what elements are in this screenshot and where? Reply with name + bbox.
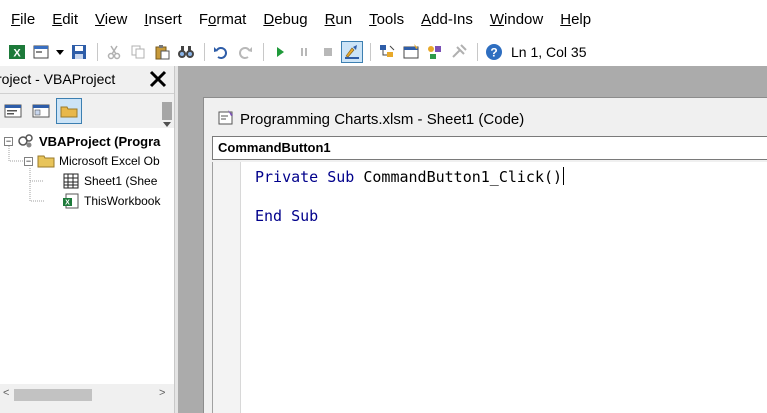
standard-toolbar: X ? Ln 1, Col 35 (0, 38, 767, 66)
code-editor[interactable]: Private Sub CommandButton1_Click() End S… (212, 162, 767, 413)
view-excel-icon[interactable]: X (6, 41, 28, 63)
tree-item-label: ThisWorkbook (84, 194, 161, 208)
view-object-icon[interactable] (28, 98, 54, 124)
menu-View[interactable]: View (95, 11, 127, 28)
scroll-left-icon[interactable]: < (3, 387, 9, 399)
save-icon[interactable] (68, 41, 90, 63)
view-code-icon[interactable] (0, 98, 26, 124)
menu-bar: File Edit View Insert Format Debug Run Tools Add… (0, 0, 767, 38)
code-line-2[interactable]: End Sub (255, 207, 318, 225)
text-caret (563, 167, 565, 185)
tree-item-thisworkbook[interactable]: X ThisWorkbook (62, 191, 160, 211)
collapse-icon[interactable]: − (4, 136, 13, 146)
cursor-position-status: Ln 1, Col 35 (511, 44, 587, 60)
code-keyword: End (255, 207, 283, 225)
scroll-right-icon[interactable]: > (159, 387, 165, 399)
tree-item-excel-objects-folder[interactable]: − Microsoft Excel Ob (24, 151, 160, 171)
paste-icon[interactable] (151, 41, 173, 63)
code-window: Programming Charts.xlsm - Sheet1 (Code) … (203, 97, 767, 413)
code-keyword: Private (255, 168, 319, 186)
insert-userform-icon[interactable] (30, 41, 52, 63)
run-icon[interactable] (269, 41, 291, 63)
project-tree: − VBAProject (Progra − Microsoft Excel O… (0, 128, 174, 388)
object-dropdown[interactable]: CommandButton1 (212, 136, 767, 160)
find-binoculars-icon[interactable] (175, 41, 197, 63)
tree-item-label: Sheet1 (Shee (84, 174, 158, 188)
project-vertical-scrollbar[interactable] (160, 100, 174, 128)
menu-Tools[interactable]: Tools (369, 11, 404, 28)
menu-Window[interactable]: Window (490, 11, 543, 28)
toggle-folders-icon[interactable] (56, 97, 82, 124)
code-keyword: Sub (291, 207, 319, 225)
menu-Format[interactable]: Format (199, 11, 247, 28)
tree-item-label: VBAProject (Progra (39, 133, 161, 149)
project-explorer-toolbar (0, 93, 174, 127)
redo-icon[interactable] (234, 41, 256, 63)
scroll-thumb[interactable] (14, 389, 92, 401)
menu-Debug[interactable]: Debug (263, 11, 307, 28)
toolbar-separator (477, 43, 478, 61)
toolbox-icon[interactable] (448, 41, 470, 63)
svg-text:X: X (13, 48, 21, 60)
insert-dropdown-chevron-down-icon[interactable] (54, 41, 66, 63)
break-icon[interactable] (293, 41, 315, 63)
collapse-icon[interactable]: − (24, 156, 33, 166)
object-browser-icon[interactable] (424, 41, 446, 63)
folder-icon (37, 153, 55, 169)
workbook-icon: X (62, 193, 80, 209)
menu-Insert[interactable]: Insert (144, 11, 182, 28)
undo-icon[interactable] (210, 41, 232, 63)
project-explorer-icon[interactable] (376, 41, 398, 63)
vbaproject-icon (17, 133, 35, 149)
toolbar-separator (204, 43, 205, 61)
help-icon[interactable]: ? (483, 41, 505, 63)
menu-Edit[interactable]: Edit (52, 11, 78, 28)
menu-Run[interactable]: Run (325, 11, 353, 28)
copy-icon[interactable] (127, 41, 149, 63)
tree-item-label: Microsoft Excel Ob (59, 154, 160, 168)
reset-icon[interactable] (317, 41, 339, 63)
code-window-titlebar[interactable]: Programming Charts.xlsm - Sheet1 (Code) (204, 98, 767, 140)
worksheet-icon (62, 173, 80, 189)
tree-item-sheet1[interactable]: Sheet1 (Shee (62, 171, 157, 191)
svg-text:?: ? (490, 46, 497, 60)
close-icon[interactable] (147, 68, 169, 90)
menu-File[interactable]: File (11, 11, 35, 28)
cut-icon[interactable] (103, 41, 125, 63)
toolbar-separator (97, 43, 98, 61)
code-keyword: Sub (327, 168, 355, 186)
code-module-icon (217, 109, 235, 130)
menu-Add-Ins[interactable]: Add-Ins (421, 11, 473, 28)
code-window-title: Programming Charts.xlsm - Sheet1 (Code) (240, 110, 525, 128)
menu-Help[interactable]: Help (560, 11, 591, 28)
svg-text:X: X (65, 200, 70, 207)
design-mode-icon[interactable] (341, 41, 363, 63)
toolbar-separator (370, 43, 371, 61)
properties-window-icon[interactable] (400, 41, 422, 63)
code-identifier: CommandButton1_Click() (363, 168, 563, 186)
tree-item-vbaproject[interactable]: − VBAProject (Progra (4, 131, 160, 151)
code-margin-indicator-bar[interactable] (213, 162, 241, 413)
project-horizontal-scrollbar[interactable]: < > (0, 384, 174, 406)
code-line-1[interactable]: Private Sub CommandButton1_Click() (255, 167, 565, 186)
toolbar-separator (263, 43, 264, 61)
